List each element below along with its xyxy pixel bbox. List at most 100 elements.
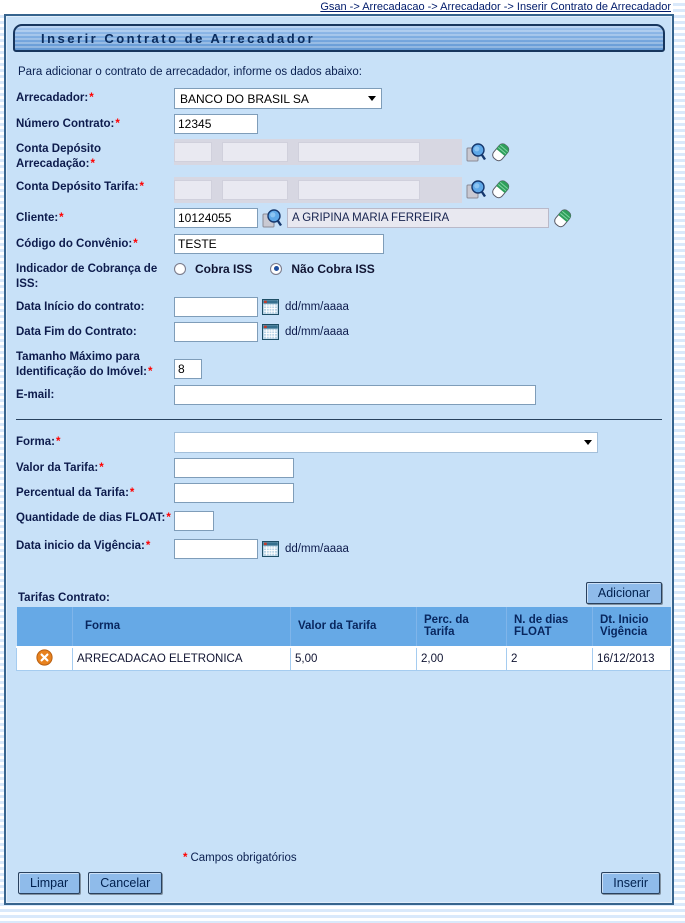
search-icon[interactable] [466, 179, 487, 200]
qtd-dias-float-input[interactable] [174, 510, 214, 531]
cliente-label: Cliente:* [16, 208, 174, 226]
field-row-conta-arrecadacao: Conta Depósito Arrecadação:* [16, 139, 662, 172]
label-text: Código do Convênio: [16, 237, 133, 250]
data-inicio-contrato-label: Data Início do contrato: [16, 297, 174, 315]
conta-tarifa-label: Conta Depósito Tarifa:* [16, 177, 174, 195]
email-input[interactable] [174, 384, 536, 405]
label-text: Data Início do contrato: [16, 300, 145, 313]
conta-arrecadacao-label: Conta Depósito Arrecadação:* [16, 139, 174, 172]
calendar-icon[interactable] [262, 298, 279, 315]
codigo-convenio-input[interactable] [174, 233, 384, 254]
required-asterisk: * [99, 461, 104, 474]
field-row-email: E-mail: [16, 384, 662, 405]
eraser-icon[interactable] [491, 179, 510, 200]
required-asterisk: * [115, 118, 120, 130]
cliente-name-field: A GRIPINA MARIA FERREIRA [287, 208, 549, 229]
date-format-hint: dd/mm/aaaa [285, 542, 349, 555]
label-text: Indicador de Cobrança de ISS: [16, 262, 158, 290]
tarifas-contrato-label: Tarifas Contrato: [18, 591, 110, 604]
button-bar: Limpar Cancelar Inserir [16, 868, 662, 903]
eraser-icon[interactable] [553, 208, 572, 229]
cliente-code-input[interactable] [174, 208, 258, 229]
date-format-hint: dd/mm/aaaa [285, 325, 349, 338]
required-asterisk: * [129, 486, 135, 499]
codigo-convenio-label: Código do Convênio:* [16, 234, 174, 252]
field-row-data-inicio-vigencia: Data inicio da Vigência:* dd/mm/aaaa [16, 536, 662, 559]
field-row-numero-contrato: Número Contrato:* [16, 114, 662, 134]
required-asterisk: * [145, 539, 151, 552]
required-asterisk: * [166, 511, 171, 524]
tarifas-bar: Tarifas Contrato: Adicionar [18, 581, 662, 604]
field-row-conta-tarifa: Conta Depósito Tarifa:* [16, 176, 662, 203]
page-title: Inserir Contrato de Arrecadador [13, 24, 665, 52]
data-inicio-contrato-input[interactable] [174, 296, 258, 317]
field-row-percentual-tarifa: Percentual da Tarifa:* [16, 482, 662, 503]
cell-inicio-vigencia: 16/12/2013 [592, 645, 671, 671]
page-title-text: Inserir Contrato de Arrecadador [41, 30, 316, 46]
arrecadador-select[interactable]: BANCO DO BRASIL SA [174, 88, 382, 109]
inserir-button[interactable]: Inserir [601, 872, 660, 894]
conta-arrecadacao-conta-input [298, 142, 420, 162]
cancelar-button[interactable]: Cancelar [88, 872, 163, 894]
tarifas-table: Forma Valor da Tarifa Perc. da Tarifa N.… [16, 606, 671, 671]
valor-tarifa-label: Valor da Tarifa:* [16, 458, 174, 476]
required-asterisk: * [55, 435, 61, 448]
col-perc-tarifa: Perc. da Tarifa [416, 606, 507, 647]
note-text: Campos obrigatórios [190, 852, 297, 864]
col-forma: Forma [72, 606, 291, 647]
breadcrumb[interactable]: Gsan -> Arrecadacao -> Arrecadador -> In… [0, 0, 673, 14]
col-dias-float: N. de dias FLOAT [506, 606, 593, 647]
forma-label: Forma:* [16, 432, 174, 450]
cobra-iss-radio[interactable] [174, 262, 186, 275]
form-content: Para adicionar o contrato de arrecadador… [6, 52, 672, 903]
field-row-cliente: Cliente:* A GRIPINA MARIA FERREIRA [16, 208, 662, 229]
field-row-data-inicio-contrato: Data Início do contrato: dd/mm/aaaa [16, 296, 662, 317]
label-text: Cliente: [16, 211, 59, 224]
arrecadador-selected-value: BANCO DO BRASIL SA [180, 91, 309, 106]
col-delete [16, 606, 73, 647]
field-row-indicador-iss: Indicador de Cobrança de ISS: Cobra ISS … [16, 259, 662, 292]
adicionar-button[interactable]: Adicionar [585, 581, 662, 604]
search-icon[interactable] [466, 142, 487, 163]
label-text: Forma: [16, 435, 55, 448]
data-inicio-vigencia-input[interactable] [174, 538, 258, 559]
cell-perc-tarifa: 2,00 [416, 645, 507, 671]
label-text: Conta Depósito Tarifa: [16, 180, 139, 193]
field-row-valor-tarifa: Valor da Tarifa:* [16, 457, 662, 478]
field-row-codigo-convenio: Código do Convênio:* [16, 233, 662, 254]
required-asterisk: * [133, 237, 138, 250]
cell-forma: ARRECADACAO ELETRONICA [72, 645, 291, 671]
nao-cobra-iss-label: Não Cobra ISS [291, 261, 375, 276]
col-inicio-vigencia: Dt. Inicio Vigência [592, 606, 671, 647]
delete-icon[interactable] [36, 649, 53, 666]
label-text: Número Contrato: [16, 118, 115, 130]
conta-tarifa-banco-input [174, 179, 212, 200]
limpar-button[interactable]: Limpar [18, 872, 81, 894]
qtd-dias-float-label: Quantidade de dias FLOAT:* [16, 508, 174, 526]
numero-contrato-input[interactable] [174, 114, 258, 134]
required-fields-note: * Campos obrigatórios [182, 852, 662, 864]
chevron-down-icon [368, 96, 376, 101]
percentual-tarifa-input[interactable] [174, 482, 294, 503]
tamanho-maximo-input[interactable] [174, 358, 202, 379]
nao-cobra-iss-radio[interactable] [270, 262, 283, 275]
required-asterisk: * [90, 157, 95, 170]
forma-select[interactable] [174, 431, 598, 453]
required-asterisk: * [183, 852, 188, 864]
label-text: Data Fim do Contrato: [16, 325, 137, 338]
cell-valor-tarifa: 5,00 [290, 645, 417, 671]
data-fim-contrato-input[interactable] [174, 321, 258, 342]
required-asterisk: * [148, 365, 153, 378]
calendar-icon[interactable] [262, 323, 279, 340]
label-text: Percentual da Tarifa: [16, 486, 129, 499]
email-label: E-mail: [16, 385, 174, 403]
section-divider [16, 418, 662, 420]
valor-tarifa-input[interactable] [174, 457, 294, 478]
conta-arrecadacao-agencia-input [222, 142, 288, 162]
field-row-forma: Forma:* [16, 431, 662, 453]
data-fim-contrato-label: Data Fim do Contrato: [16, 322, 174, 340]
search-icon[interactable] [262, 208, 283, 229]
eraser-icon[interactable] [491, 142, 510, 163]
label-text: Arrecadador: [16, 92, 89, 104]
calendar-icon[interactable] [262, 540, 279, 557]
